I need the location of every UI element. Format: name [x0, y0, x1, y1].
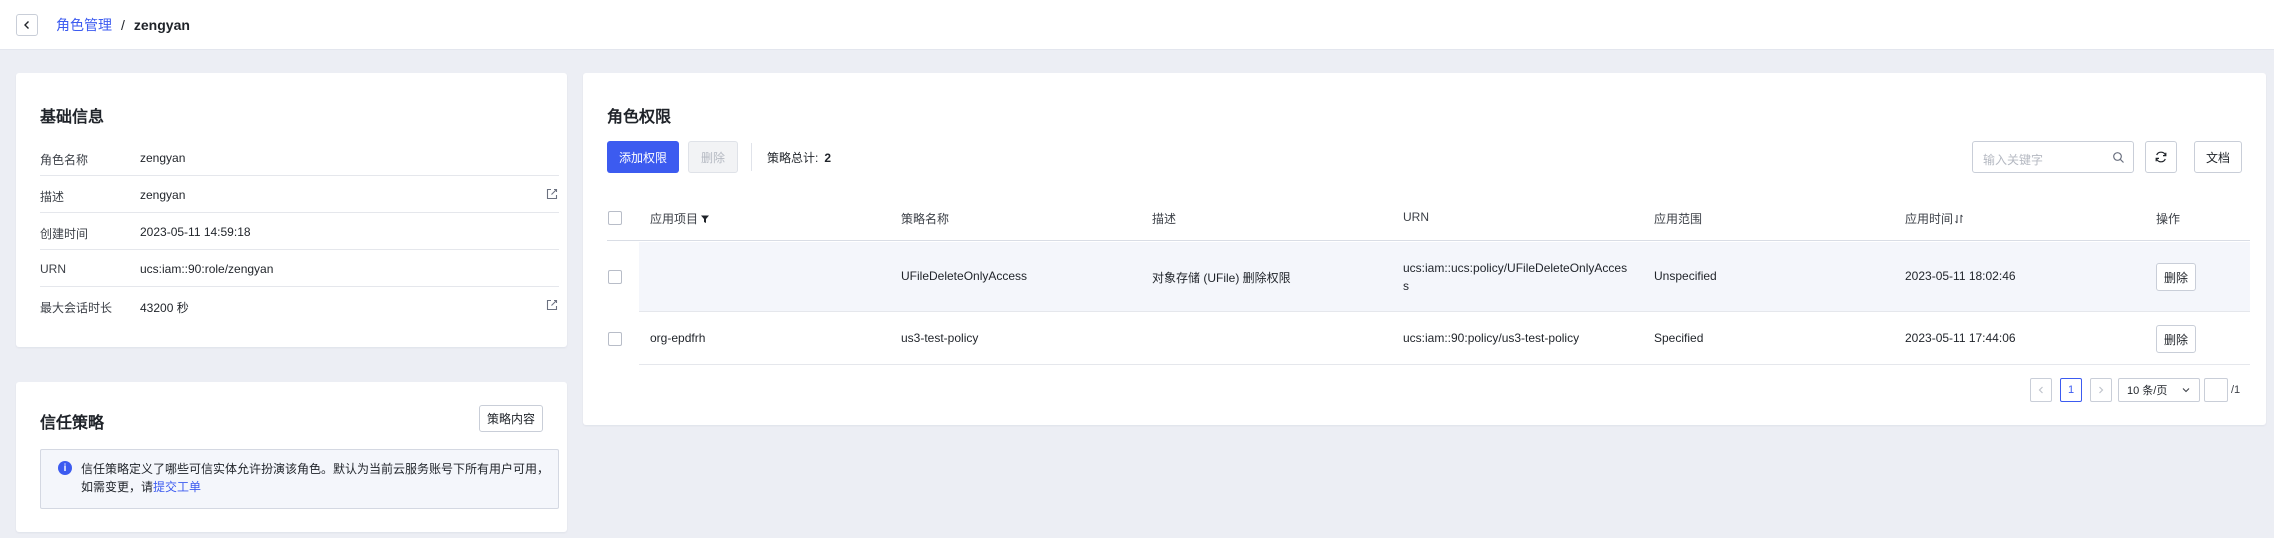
cell-urn-line1: ucs:iam::ucs:policy/UFileDeleteOnlyAcces	[1403, 261, 1628, 275]
keyword-search-input[interactable]: 输入关键字	[1972, 141, 2134, 173]
refresh-icon	[2155, 151, 2167, 163]
search-icon[interactable]	[2112, 151, 2125, 164]
filter-icon[interactable]	[700, 214, 710, 224]
back-button[interactable]	[16, 13, 38, 36]
info-row-urn: URN ucs:iam::90:role/zengyan	[40, 250, 559, 287]
toolbar-divider	[751, 143, 752, 171]
edit-icon[interactable]	[545, 298, 559, 312]
bulk-delete-button[interactable]: 删除	[688, 141, 738, 173]
cell-time: 2023-05-11 17:44:06	[1905, 331, 2016, 345]
column-header-policy-name: 策略名称	[901, 212, 950, 226]
cell-time: 2023-05-11 18:02:46	[1905, 269, 2016, 283]
info-value: ucs:iam::90:role/zengyan	[140, 262, 274, 276]
info-label: 最大会话时长	[40, 301, 113, 315]
breadcrumb-current: zengyan	[133, 16, 190, 33]
row-delete-button[interactable]: 删除	[2156, 325, 2196, 353]
row-checkbox[interactable]	[608, 332, 622, 346]
info-label: 创建时间	[40, 227, 89, 241]
column-project-label: 应用项目	[650, 212, 699, 226]
edit-icon[interactable]	[545, 187, 559, 201]
total-pages: /1	[2231, 384, 2241, 396]
info-row-max-session: 最大会话时长 43200 秒	[40, 287, 559, 324]
policy-total: 策略总计: 2	[767, 149, 831, 166]
chevron-right-icon	[2099, 386, 2104, 394]
column-header-description: 描述	[1152, 212, 1177, 226]
info-row-created-time: 创建时间 2023-05-11 14:59:18	[40, 213, 559, 250]
column-header-project: 应用项目	[650, 210, 710, 227]
info-value: zengyan	[140, 188, 186, 202]
cell-project: org-epdfrh	[650, 331, 706, 345]
column-header-action: 操作	[2156, 212, 2181, 226]
table-row: org-epdfrh us3-test-policy ucs:iam::90:p…	[639, 313, 2250, 365]
docs-button[interactable]: 文档	[2194, 141, 2242, 173]
refresh-button[interactable]	[2145, 141, 2177, 173]
chevron-left-icon	[2038, 386, 2043, 394]
sort-icon[interactable]	[1955, 214, 1963, 224]
info-row-role-name: 角色名称 zengyan	[40, 139, 559, 176]
column-header-urn: URN	[1403, 210, 1429, 224]
trust-policy-card: 信任策略 策略内容 i 信任策略定义了哪些可信实体允许扮演该角色。默认为当前云服…	[16, 382, 567, 532]
cell-urn: ucs:iam::ucs:policy/UFileDeleteOnlyAcces…	[1403, 259, 1627, 295]
basic-info-title: 基础信息	[40, 109, 105, 126]
page-number-button[interactable]: 1	[2060, 378, 2082, 402]
info-value: 2023-05-11 14:59:18	[140, 225, 251, 239]
table-header: 应用项目 策略名称 描述 URN 应用范围 应用时间 操作	[607, 195, 2250, 241]
search-placeholder: 输入关键字	[1983, 153, 2044, 167]
basic-info-card: 基础信息 角色名称 zengyan 描述 zengyan 创建时间 2023-0…	[16, 73, 567, 347]
info-label: 描述	[40, 190, 65, 204]
submit-ticket-link[interactable]: 提交工单	[153, 480, 201, 494]
page-size-value: 10 条/页	[2127, 385, 2168, 397]
notice-text: 信任策略定义了哪些可信实体允许扮演该角色。默认为当前云服务账号下所有用户可用，如…	[81, 460, 551, 496]
breadcrumb-separator: /	[121, 16, 125, 33]
add-permission-button[interactable]: 添加权限	[607, 141, 679, 173]
row-delete-button[interactable]: 删除	[2156, 263, 2196, 291]
column-time-label: 应用时间	[1905, 212, 1954, 226]
cell-scope: Specified	[1654, 331, 1704, 345]
top-bar: 角色管理 / zengyan	[0, 0, 2274, 50]
trust-policy-title: 信任策略	[40, 415, 105, 432]
policy-content-button[interactable]: 策略内容	[479, 405, 543, 432]
column-header-time: 应用时间	[1905, 210, 1963, 227]
cell-urn-line2: s	[1403, 279, 1409, 293]
next-page-button[interactable]	[2090, 378, 2112, 402]
row-checkbox[interactable]	[608, 270, 622, 284]
chevron-left-icon	[24, 20, 29, 29]
breadcrumb-role-management[interactable]: 角色管理	[56, 15, 112, 35]
info-label: 角色名称	[40, 153, 89, 167]
info-row-description: 描述 zengyan	[40, 176, 559, 213]
chevron-down-icon	[2182, 388, 2190, 393]
page-size-select[interactable]: 10 条/页	[2118, 378, 2200, 402]
trust-policy-notice: i 信任策略定义了哪些可信实体允许扮演该角色。默认为当前云服务账号下所有用户可用…	[40, 449, 559, 509]
cell-urn: ucs:iam::90:policy/us3-test-policy	[1403, 331, 1580, 345]
notice-message: 信任策略定义了哪些可信实体允许扮演该角色。默认为当前云服务账号下所有用户可用，如…	[81, 462, 550, 494]
prev-page-button[interactable]	[2030, 378, 2052, 402]
role-permissions-title: 角色权限	[607, 109, 672, 126]
info-value: zengyan	[140, 151, 186, 165]
role-permissions-card: 角色权限 添加权限 删除 策略总计: 2 输入关键字 文档 应用项目 策略名称 描…	[583, 73, 2266, 425]
info-value: 43200 秒	[140, 301, 189, 315]
policy-total-label: 策略总计:	[767, 151, 819, 165]
cell-policy-name: us3-test-policy	[901, 331, 979, 345]
column-header-scope: 应用范围	[1654, 212, 1703, 226]
info-icon: i	[58, 461, 72, 475]
cell-description: 对象存储 (UFile) 删除权限	[1152, 271, 1291, 285]
info-label: URN	[40, 262, 66, 276]
page-jump-input[interactable]	[2204, 378, 2228, 402]
cell-policy-name: UFileDeleteOnlyAccess	[901, 269, 1028, 283]
select-all-checkbox[interactable]	[608, 211, 622, 225]
cell-scope: Unspecified	[1654, 269, 1717, 283]
policy-total-value: 2	[824, 151, 832, 165]
table-row: UFileDeleteOnlyAccess 对象存储 (UFile) 删除权限 …	[639, 242, 2250, 312]
